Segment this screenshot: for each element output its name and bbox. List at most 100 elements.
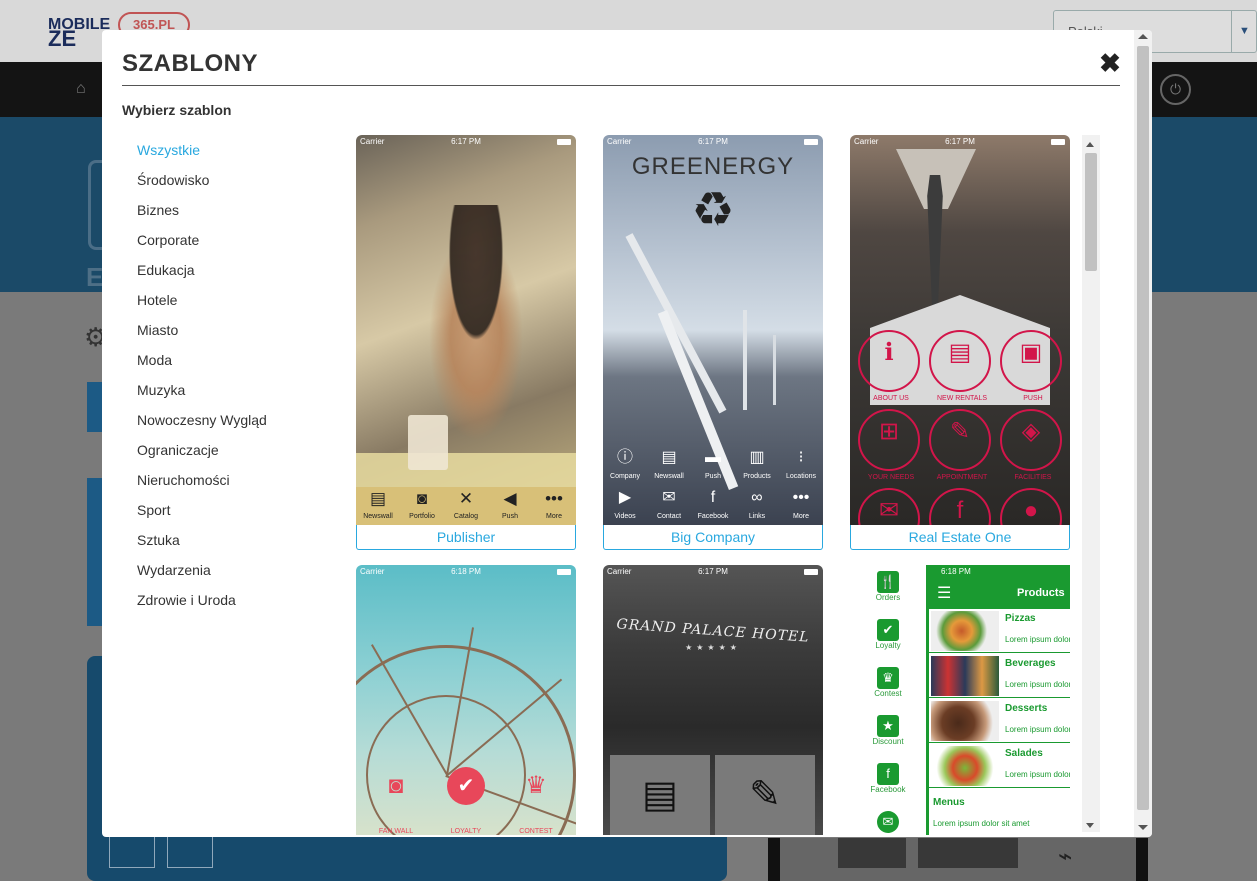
hotel-name: GRAND PALACE HOTEL — [616, 616, 810, 646]
status-bar: Carrier 6:18 PM — [356, 565, 576, 579]
layout-icon[interactable] — [109, 836, 155, 868]
about-us-circle: ℹ ABOUT US — [858, 330, 920, 402]
info-icon: ℹ — [884, 339, 894, 366]
home-icon[interactable]: ⌂ — [76, 80, 86, 98]
loyalty-item: ✔ Loyalty — [850, 619, 926, 650]
portfolio-tab: ◙ Portfolio — [400, 487, 444, 525]
preview-photo — [773, 335, 776, 405]
template-card-real-estate-one[interactable]: Carrier 6:17 PM ℹ ABOUT US ▤ NEW RENTALS ▣… — [850, 135, 1070, 550]
template-preview: Carrier 6:17 PM ℹ ABOUT US ▤ NEW RENTALS ▣… — [850, 135, 1070, 525]
loyalty-circle: ✔ LOYALTY — [435, 765, 497, 835]
template-card-restaurant[interactable]: 🍴 Orders ✔ Loyalty ♛ Contest ★ Discount f Fac… — [850, 565, 1070, 835]
hotel-stars: ★★★★★ — [685, 643, 741, 652]
push-tab: ◀ Push — [488, 487, 532, 525]
template-card-publisher[interactable]: Carrier 6:17 PM ▤ Newswall ◙ Portfolio ✕ Ca… — [356, 135, 576, 550]
scrollbar-thumb[interactable] — [1137, 46, 1149, 810]
hamburger-icon: ☰ — [937, 585, 952, 602]
link-icon: ∞ — [751, 489, 763, 506]
product-photo — [931, 656, 999, 696]
megaphone-icon: ◀ — [503, 489, 517, 508]
preview-photo — [356, 453, 576, 488]
facilities-circle: ◈ FACILITIES — [1000, 409, 1062, 481]
side-menu: 🍴 Orders ✔ Loyalty ♛ Contest ★ Discount f Fac… — [850, 565, 926, 835]
scroll-up-icon[interactable] — [1086, 142, 1094, 147]
category-nowoczesny-wyglad[interactable]: Nowoczesny Wygląd — [137, 410, 267, 440]
newspaper-icon: ▤ — [948, 339, 972, 366]
modal-scrollbar[interactable] — [1134, 30, 1152, 837]
category-sztuka[interactable]: Sztuka — [137, 530, 267, 560]
category-ograniczacje[interactable]: Ograniczacje — [137, 440, 267, 470]
news-tile: ▤ — [610, 755, 710, 835]
category-edukacja[interactable]: Edukacja — [137, 260, 267, 290]
appointment-circle: ✎ APPOINTMENT — [929, 409, 991, 481]
template-card-big-company[interactable]: Carrier 6:17 PM GREENERGY ♻ ⓘ Company ▤ Ne… — [603, 135, 823, 550]
category-biznes[interactable]: Biznes — [137, 200, 267, 230]
menus-title: Menus — [933, 797, 965, 808]
facebook-icon: f — [710, 489, 716, 506]
category-wszystkie[interactable]: Wszystkie — [137, 140, 267, 170]
category-muzyka[interactable]: Muzyka — [137, 380, 267, 410]
chevron-down-icon[interactable]: ▼ — [1231, 10, 1257, 53]
icon-grid: ⓘ Company ▤ Newswall ▬ Push ▥ Products ⁝ Loca… — [603, 445, 823, 525]
more-tab: ••• More — [532, 487, 576, 525]
template-name: Big Company — [603, 525, 823, 550]
more-icon: ••• — [545, 489, 563, 508]
scroll-up-icon[interactable] — [1138, 34, 1148, 39]
layout-icon[interactable] — [167, 836, 213, 868]
shield-check-icon: ✔ — [877, 619, 899, 641]
location-icon: ⁝ — [798, 449, 804, 466]
scrollbar-thumb[interactable] — [1085, 153, 1097, 271]
facebook-icon: f — [956, 497, 964, 524]
category-wydarzenia[interactable]: Wydarzenia — [137, 560, 267, 590]
scroll-down-icon[interactable] — [1086, 823, 1094, 828]
category-hotele[interactable]: Hotele — [137, 290, 267, 320]
catalog-tab: ✕ Catalog — [444, 487, 488, 525]
category-list: Wszystkie Środowisko Biznes Corporate Ed… — [137, 140, 267, 620]
background-button[interactable] — [87, 382, 102, 432]
template-card-events[interactable]: Carrier 6:18 PM ◙ FAN WALL ✔ LOYALTY ♛ CONT… — [356, 565, 576, 835]
document-icon: ▥ — [749, 449, 765, 466]
close-icon[interactable]: ✖ — [1098, 50, 1122, 76]
push-tab: ▬ Push — [691, 445, 735, 485]
facebook-tab: f Facebook — [691, 485, 735, 525]
battery-icon — [1051, 139, 1065, 145]
facebook-item: f Facebook — [850, 763, 926, 794]
cutlery-icon: 🍴 — [877, 571, 899, 593]
push-circle: ▣ PUSH — [1000, 330, 1062, 402]
preview-photo — [408, 415, 448, 470]
site-logo[interactable]: MOBILE ZE — [48, 17, 110, 50]
new-rentals-circle: ▤ NEW RENTALS — [929, 330, 991, 402]
newswall-tab: ▤ Newswall — [647, 445, 691, 485]
category-sport[interactable]: Sport — [137, 500, 267, 530]
trophy-icon: ♛ — [525, 772, 547, 799]
category-miasto[interactable]: Miasto — [137, 320, 267, 350]
modal-subtitle: Wybierz szablon — [122, 102, 232, 118]
status-bar: Carrier 6:17 PM — [603, 135, 823, 149]
scroll-down-icon[interactable] — [1138, 825, 1148, 830]
category-zdrowie-i-uroda[interactable]: Zdrowie i Uroda — [137, 590, 267, 620]
newspaper-icon: ▤ — [369, 489, 387, 508]
grid-scrollbar[interactable] — [1082, 135, 1100, 832]
template-preview: Carrier 6:17 PM GREENERGY ♻ ⓘ Company ▤ Ne… — [603, 135, 823, 525]
contact-circle: ● — [1000, 488, 1062, 525]
videos-tab: ▶ Videos — [603, 485, 647, 525]
battery-icon — [557, 569, 571, 575]
your-needs-circle: ⊞ YOUR NEEDS — [858, 409, 920, 481]
facebook-circle: f — [929, 488, 991, 525]
product-photo — [931, 611, 999, 651]
list-item: Pizzas Lorem ipsum dolor — [929, 609, 1070, 653]
brand-name: GREENERGY — [631, 153, 795, 180]
power-icon[interactable]: ⏻ — [1160, 74, 1191, 105]
chat-icon: ▬ — [705, 449, 721, 466]
newswall-tab: ▤ Newswall — [356, 487, 400, 525]
template-name: Publisher — [356, 525, 576, 550]
template-preview: Carrier 6:17 PM ▤ Newswall ◙ Portfolio ✕ Ca… — [356, 135, 576, 525]
category-corporate[interactable]: Corporate — [137, 230, 267, 260]
category-srodowisko[interactable]: Środowisko — [137, 170, 267, 200]
info-icon: ⓘ — [616, 449, 633, 466]
category-moda[interactable]: Moda — [137, 350, 267, 380]
template-card-hotel[interactable]: Carrier 6:17 PM GRAND PALACE HOTEL ★★★★★… — [603, 565, 823, 835]
category-nieruchomosci[interactable]: Nieruchomości — [137, 470, 267, 500]
push-icon: ▣ — [1019, 339, 1043, 366]
list-item: Salades Lorem ipsum dolor — [929, 744, 1070, 788]
